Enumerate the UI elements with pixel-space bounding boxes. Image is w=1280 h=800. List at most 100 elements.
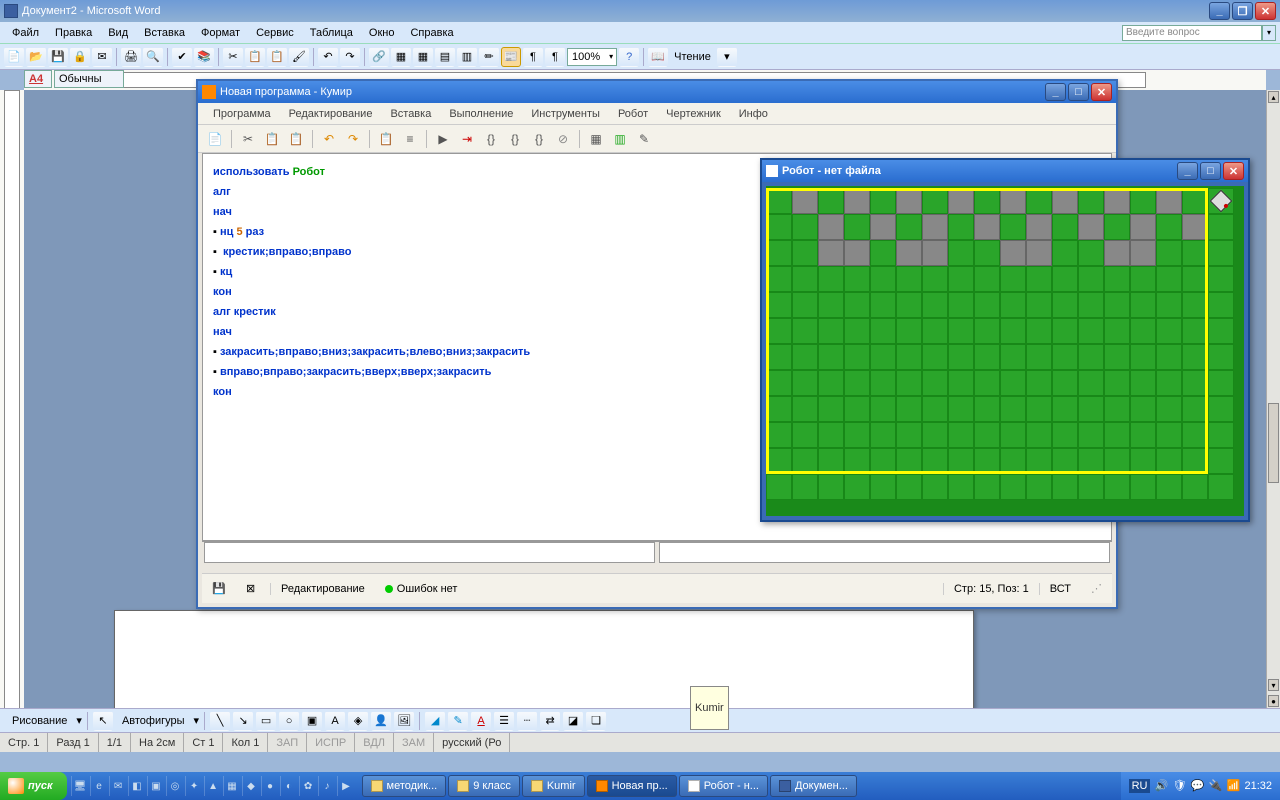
ql-app12[interactable]: ▶ (337, 776, 355, 796)
robot-cell[interactable] (792, 188, 818, 214)
robot-cell[interactable] (766, 292, 792, 318)
robot-cell[interactable] (1208, 474, 1234, 500)
ql-app5[interactable]: ▲ (204, 776, 222, 796)
docmap-button[interactable]: 📰 (501, 47, 521, 67)
robot-cell[interactable] (1156, 266, 1182, 292)
robot-cell[interactable] (1156, 370, 1182, 396)
robot-field[interactable] (766, 186, 1244, 516)
robot-cell[interactable] (1156, 318, 1182, 344)
ql-desktop[interactable]: 🖥 (71, 776, 89, 796)
help-question-input[interactable]: Введите вопрос (1122, 25, 1262, 41)
kt-step-into[interactable]: {} (480, 128, 502, 150)
tray-icon4[interactable]: 🔌 (1208, 779, 1222, 793)
robot-cell[interactable] (1078, 474, 1104, 500)
kmenu-tools[interactable]: Инструменты (522, 106, 609, 122)
robot-cell[interactable] (896, 318, 922, 344)
robot-cell[interactable] (1104, 396, 1130, 422)
robot-cell[interactable] (922, 240, 948, 266)
robot-cell[interactable] (844, 292, 870, 318)
drawing-button[interactable]: ✏ (479, 47, 499, 67)
robot-cell[interactable] (948, 318, 974, 344)
select-objects[interactable]: ↖ (93, 711, 113, 731)
robot-cell[interactable] (792, 292, 818, 318)
kmenu-draftsman[interactable]: Чертежник (657, 106, 730, 122)
kt-cut[interactable]: ✂ (237, 128, 259, 150)
copy-button[interactable]: 📋 (245, 47, 265, 67)
redo-button[interactable]: ↷ (340, 47, 360, 67)
robot-cell[interactable] (922, 292, 948, 318)
robot-cell[interactable] (844, 370, 870, 396)
taskbar-button[interactable]: Новая пр... (587, 775, 677, 797)
robot-cell[interactable] (922, 370, 948, 396)
robot-cell[interactable] (1052, 292, 1078, 318)
robot-cell[interactable] (844, 214, 870, 240)
paste-button[interactable]: 📋 (267, 47, 287, 67)
robot-cell[interactable] (974, 396, 1000, 422)
style-combo[interactable]: Обычны (54, 70, 124, 88)
robot-cell[interactable] (766, 318, 792, 344)
insert-table-button[interactable]: ▦ (413, 47, 433, 67)
autoshapes-menu[interactable]: Автофигуры (116, 715, 191, 727)
kt-compile[interactable]: 📋 (375, 128, 397, 150)
taskbar-button[interactable]: 9 класс (448, 775, 520, 797)
robot-cell[interactable] (792, 370, 818, 396)
robot-cell[interactable] (870, 474, 896, 500)
permission-button[interactable]: 🔒 (70, 47, 90, 67)
new-doc-button[interactable]: 📄 (4, 47, 24, 67)
robot-cell[interactable] (1000, 370, 1026, 396)
robot-cell[interactable] (1130, 370, 1156, 396)
kt-stop[interactable]: ⊘ (552, 128, 574, 150)
shadow-style[interactable]: ◪ (563, 711, 583, 731)
research-button[interactable]: 📚 (194, 47, 214, 67)
menu-format[interactable]: Формат (193, 25, 248, 41)
tray-icon3[interactable]: 💬 (1190, 779, 1204, 793)
restore-button[interactable]: ❐ (1232, 2, 1253, 20)
minimize-button[interactable]: _ (1209, 2, 1230, 20)
robot-cell[interactable] (974, 422, 1000, 448)
zoom-combo[interactable]: 100% (567, 48, 617, 66)
robot-cell[interactable] (974, 188, 1000, 214)
robot-cell[interactable] (1026, 422, 1052, 448)
robot-cell[interactable] (974, 474, 1000, 500)
robot-cell[interactable] (1026, 396, 1052, 422)
robot-cell[interactable] (766, 188, 792, 214)
kt-draftsman[interactable]: ✎ (633, 128, 655, 150)
robot-cell[interactable] (1026, 474, 1052, 500)
arrow-tool[interactable]: ↘ (233, 711, 253, 731)
clipart-tool[interactable]: 👤 (371, 711, 391, 731)
robot-cell[interactable] (1052, 370, 1078, 396)
robot-cell[interactable] (1000, 474, 1026, 500)
columns-button[interactable]: ▥ (457, 47, 477, 67)
robot-cell[interactable] (766, 396, 792, 422)
wordart-tool[interactable]: A (325, 711, 345, 731)
taskbar-button[interactable]: Докумен... (770, 775, 857, 797)
robot-cell[interactable] (948, 370, 974, 396)
robot-cell[interactable] (1026, 370, 1052, 396)
robot-cell[interactable] (948, 344, 974, 370)
robot-cell[interactable] (1026, 266, 1052, 292)
menu-table[interactable]: Таблица (302, 25, 361, 41)
robot-cell[interactable] (922, 214, 948, 240)
robot-cell[interactable] (948, 266, 974, 292)
robot-cell[interactable] (1130, 214, 1156, 240)
kt-redo[interactable]: ↷ (342, 128, 364, 150)
robot-cell[interactable] (1078, 396, 1104, 422)
kt-undo[interactable]: ↶ (318, 128, 340, 150)
robot-cell[interactable] (1130, 422, 1156, 448)
tables-borders-button[interactable]: ▦ (391, 47, 411, 67)
kmenu-info[interactable]: Инфо (730, 106, 777, 122)
robot-minimize[interactable]: _ (1177, 162, 1198, 180)
robot-cell[interactable] (818, 266, 844, 292)
kt-run-list[interactable]: ≡ (399, 128, 421, 150)
robot-cell[interactable] (1104, 422, 1130, 448)
oval-tool[interactable]: ○ (279, 711, 299, 731)
robot-cell[interactable] (1000, 344, 1026, 370)
resize-grip-icon[interactable]: ⋰ (1091, 582, 1102, 595)
robot-cell[interactable] (1208, 266, 1234, 292)
robot-cell[interactable] (818, 396, 844, 422)
robot-cell[interactable] (818, 474, 844, 500)
menu-file[interactable]: Файл (4, 25, 47, 41)
robot-close[interactable]: ✕ (1223, 162, 1244, 180)
kt-copy[interactable]: 📋 (261, 128, 283, 150)
hyperlink-button[interactable]: 🔗 (369, 47, 389, 67)
